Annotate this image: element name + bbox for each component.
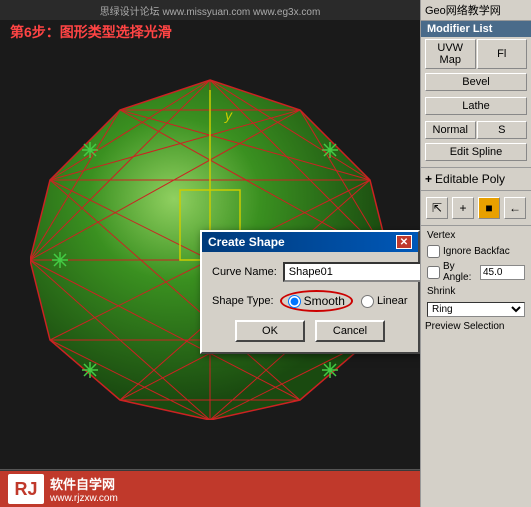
by-angle-checkbox[interactable] bbox=[427, 266, 440, 279]
dialog-title: Create Shape bbox=[208, 235, 285, 249]
viewport: 思绿设计论坛 www.missyuan.com www.eg3x.com 第6步… bbox=[0, 0, 420, 507]
select-icon-btn[interactable]: ⇱ bbox=[426, 197, 448, 219]
dialog-buttons: OK Cancel bbox=[212, 320, 408, 342]
modifier-list-title: Modifier List bbox=[421, 21, 531, 37]
bevel-section: Bevel bbox=[421, 71, 531, 95]
uvw-row: UVW Map Fl bbox=[421, 37, 531, 71]
divider-3 bbox=[421, 225, 531, 226]
dialog-close-button[interactable]: ✕ bbox=[396, 235, 412, 249]
normal-button[interactable]: Normal bbox=[425, 121, 476, 139]
top-bar: 思绿设计论坛 www.missyuan.com www.eg3x.com bbox=[0, 0, 420, 20]
vertex-row: Vertex bbox=[421, 228, 531, 243]
editable-poly-header: + Editable Poly bbox=[421, 170, 531, 188]
color-icon-btn[interactable]: ■ bbox=[478, 197, 500, 219]
watermark-cn: 软件自学网 bbox=[50, 474, 118, 493]
edit-spline-section: Edit Spline bbox=[421, 141, 531, 165]
create-shape-dialog[interactable]: Create Shape ✕ Curve Name: Shape Type: bbox=[200, 230, 420, 354]
vertex-label: Vertex bbox=[427, 230, 455, 241]
watermark-bar: RJ 软件自学网 www.rjzxw.com bbox=[0, 471, 420, 507]
main-container: 思绿设计论坛 www.missyuan.com www.eg3x.com 第6步… bbox=[0, 0, 531, 507]
dialog-titlebar: Create Shape ✕ bbox=[202, 232, 418, 252]
angle-value-input[interactable] bbox=[480, 265, 525, 280]
ring-dropdown[interactable]: Ring Loop bbox=[427, 302, 525, 317]
lathe-button[interactable]: Lathe bbox=[425, 97, 527, 115]
watermark-text-group: 软件自学网 www.rjzxw.com bbox=[50, 474, 118, 504]
logo-box: RJ bbox=[8, 474, 44, 504]
geo-header-text: Geo网络教学网 bbox=[425, 5, 501, 17]
logo-rj: RJ bbox=[14, 479, 37, 500]
website-text: 思绿设计论坛 www.missyuan.com www.eg3x.com bbox=[100, 3, 321, 18]
plus-icon: + bbox=[425, 172, 432, 186]
shape-type-row: Shape Type: Smooth Linear bbox=[212, 290, 408, 312]
linear-radio[interactable] bbox=[361, 295, 374, 308]
divider-2 bbox=[421, 190, 531, 191]
smooth-radio[interactable] bbox=[288, 295, 301, 308]
curve-name-row: Curve Name: bbox=[212, 262, 408, 282]
edit-spline-button[interactable]: Edit Spline bbox=[425, 143, 527, 161]
bevel-button[interactable]: Bevel bbox=[425, 73, 527, 91]
preview-selection: Preview Selection bbox=[421, 319, 531, 334]
shrink-row: Shrink bbox=[421, 284, 531, 299]
divider-1 bbox=[421, 167, 531, 168]
cancel-button[interactable]: Cancel bbox=[315, 320, 385, 342]
editable-poly-label: Editable Poly bbox=[435, 172, 505, 186]
icons-row: ⇱ + ■ ← bbox=[421, 193, 531, 223]
panel-geo-header: Geo网络教学网 bbox=[421, 0, 531, 21]
preview-selection-label: Preview Selection bbox=[425, 321, 504, 332]
ok-button[interactable]: OK bbox=[235, 320, 305, 342]
normal-row: Normal S bbox=[421, 119, 531, 141]
dialog-body: Curve Name: Shape Type: Smooth bbox=[202, 252, 418, 352]
by-angle-label: By Angle: bbox=[443, 261, 477, 283]
by-angle-row: By Angle: bbox=[421, 260, 531, 284]
shape-type-group: Smooth Linear bbox=[280, 290, 408, 312]
right-panel: Geo网络教学网 Modifier List UVW Map Fl Bevel … bbox=[420, 0, 531, 507]
linear-option[interactable]: Linear bbox=[361, 295, 408, 308]
extra-icon-btn[interactable]: ← bbox=[504, 197, 526, 219]
lathe-section: Lathe bbox=[421, 95, 531, 119]
step-instruction: 第6步：图形类型选择光滑 bbox=[10, 22, 172, 42]
y-axis-label: y bbox=[224, 107, 233, 123]
smooth-option-highlight: Smooth bbox=[280, 290, 353, 312]
shrink-label: Shrink bbox=[427, 286, 455, 297]
ff-button[interactable]: Fl bbox=[477, 39, 528, 69]
linear-label: Linear bbox=[377, 295, 408, 307]
ignore-backfacing-label: Ignore Backfac bbox=[443, 246, 510, 257]
curve-name-input[interactable] bbox=[283, 262, 420, 282]
shape-type-label: Shape Type: bbox=[212, 295, 274, 307]
move-icon-btn[interactable]: + bbox=[452, 197, 474, 219]
ignore-backfacing-row: Ignore Backfac bbox=[421, 243, 531, 260]
s-button[interactable]: S bbox=[477, 121, 528, 139]
smooth-label: Smooth bbox=[304, 294, 345, 308]
curve-name-label: Curve Name: bbox=[212, 266, 277, 278]
ignore-backfacing-checkbox[interactable] bbox=[427, 245, 440, 258]
uvw-map-button[interactable]: UVW Map bbox=[425, 39, 476, 69]
ring-select-row: Ring Loop bbox=[421, 299, 531, 319]
watermark-url: www.rjzxw.com bbox=[50, 493, 118, 504]
